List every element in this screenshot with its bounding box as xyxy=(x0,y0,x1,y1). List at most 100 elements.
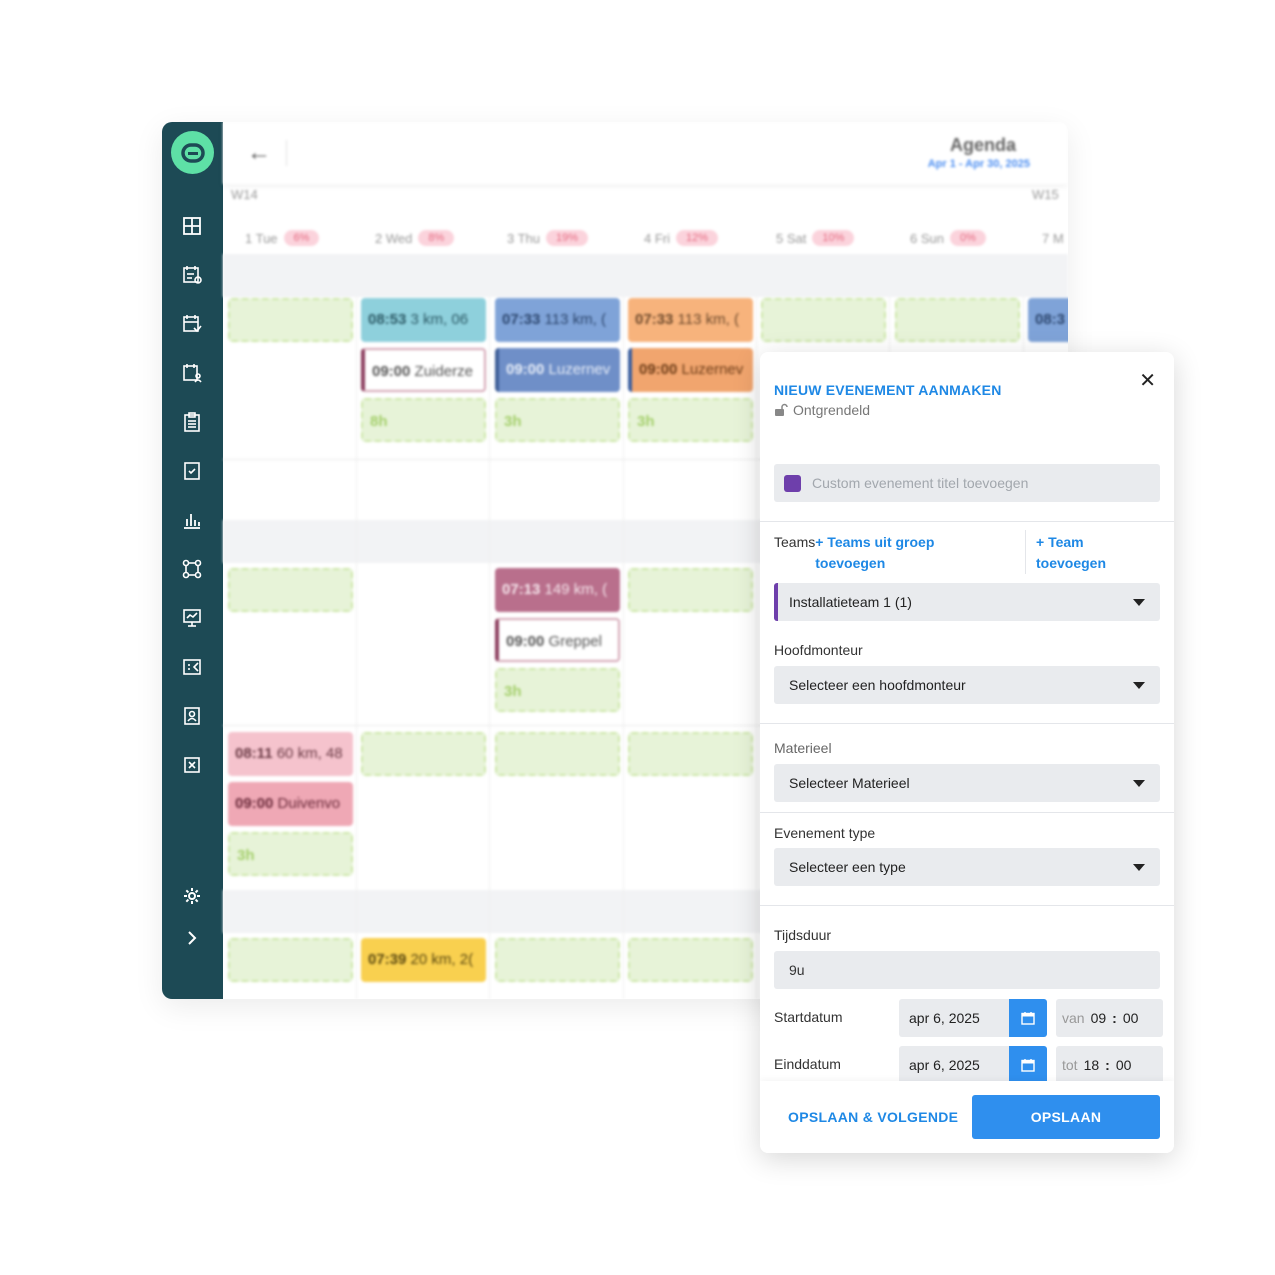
column-divider xyxy=(356,297,357,999)
lock-status[interactable]: Ontgrendeld xyxy=(774,402,870,418)
calendar-event[interactable]: 09:00 Zuiderze xyxy=(361,348,486,392)
lock-status-label: Ontgrendeld xyxy=(793,402,871,418)
start-time-input[interactable]: van 09 : 00 xyxy=(1056,999,1163,1037)
add-team-link-line1: + Team xyxy=(1036,534,1084,550)
modal-footer: OPSLAAN & VOLGENDE OPSLAAN xyxy=(760,1081,1174,1153)
cancel-box-icon[interactable] xyxy=(181,754,203,776)
column-divider xyxy=(489,297,490,999)
teams-label: Teams xyxy=(774,534,816,550)
empty-slot[interactable] xyxy=(628,568,753,612)
calendar-event[interactable]: 08:53 3 km, 06 xyxy=(361,298,486,342)
caret-down-icon xyxy=(1133,681,1145,689)
hours-slot[interactable]: 3h xyxy=(495,398,620,442)
day-load-badge: 6% xyxy=(283,230,320,246)
caret-down-icon xyxy=(1133,598,1145,606)
calendar-event[interactable]: 09:00 Luzernev xyxy=(628,348,753,392)
presentation-icon[interactable] xyxy=(181,607,203,629)
team-select[interactable]: Installatieteam 1 (1) xyxy=(774,583,1160,621)
close-icon[interactable]: ✕ xyxy=(1139,368,1156,393)
empty-slot[interactable] xyxy=(495,938,620,982)
day-header[interactable]: 2 Wed 8% xyxy=(375,228,455,248)
empty-slot[interactable] xyxy=(628,732,753,776)
view-switcher[interactable]: Agenda xyxy=(950,135,1016,156)
save-and-next-button[interactable]: OPSLAAN & VOLGENDE xyxy=(774,1095,972,1139)
calendar-event[interactable]: 08:11 60 km, 48 xyxy=(228,732,353,776)
topbar: ← Agenda ⌄ Apr 1 - Apr 30, 2025 xyxy=(223,122,1068,184)
hours-slot[interactable]: 3h xyxy=(628,398,753,442)
checklist-icon[interactable] xyxy=(181,460,203,482)
board-icon[interactable] xyxy=(181,656,203,678)
day-label: 2 Wed xyxy=(375,230,413,246)
end-minute[interactable]: 00 xyxy=(1116,1057,1132,1073)
empty-slot[interactable] xyxy=(895,298,1020,342)
new-event-modal: NIEUW EVENEMENT AANMAKEN ✕ Ontgrendeld C… xyxy=(760,352,1174,1153)
hours-slot[interactable]: 3h xyxy=(228,832,353,876)
empty-slot[interactable] xyxy=(228,938,353,982)
day-header[interactable]: 1 Tue 6% xyxy=(245,228,320,248)
clipboard-icon[interactable] xyxy=(181,411,203,433)
end-date-picker-button[interactable] xyxy=(1009,1046,1047,1084)
day-header[interactable]: 6 Sun 0% xyxy=(910,228,986,248)
save-button[interactable]: OPSLAAN xyxy=(972,1095,1160,1139)
end-date-input[interactable]: apr 6, 2025 xyxy=(899,1046,1009,1084)
start-hour[interactable]: 09 xyxy=(1091,1010,1107,1026)
back-arrow-icon[interactable]: ← xyxy=(247,140,271,166)
calendar-event[interactable]: 08:3 xyxy=(1028,298,1068,342)
day-label: 1 Tue xyxy=(245,230,278,246)
chart-icon[interactable] xyxy=(181,509,203,531)
caret-down-icon xyxy=(1133,779,1145,787)
event-color-swatch[interactable] xyxy=(784,475,801,492)
hours-slot[interactable]: 8h xyxy=(361,398,486,442)
day-header[interactable]: 3 Thu 19% xyxy=(507,228,589,248)
day-header[interactable]: 7 M xyxy=(1042,228,1064,248)
empty-slot[interactable] xyxy=(361,732,486,776)
calendar-event[interactable]: 09:00 Duivenvo xyxy=(228,782,353,826)
event-title-input[interactable]: Custom evenement titel toevoegen xyxy=(774,464,1160,502)
team-select-value: Installatieteam 1 (1) xyxy=(789,594,912,610)
empty-slot[interactable] xyxy=(495,732,620,776)
empty-slot[interactable] xyxy=(628,938,753,982)
week-label: W15 xyxy=(1032,187,1059,202)
calendar-event[interactable]: 07:13 149 km, ( xyxy=(495,568,620,612)
calendar-event[interactable]: 07:33 113 km, ( xyxy=(495,298,620,342)
empty-slot[interactable] xyxy=(228,298,353,342)
settings-gear-icon[interactable] xyxy=(181,885,203,907)
add-teams-from-group-link[interactable]: + Teams uit groep toevoegen xyxy=(815,532,955,574)
logo-icon xyxy=(180,142,205,163)
logo[interactable] xyxy=(171,131,214,174)
calendar-user-icon[interactable] xyxy=(181,362,203,384)
add-team-link[interactable]: + Team toevoegen xyxy=(1036,532,1106,574)
start-date-input[interactable]: apr 6, 2025 xyxy=(899,999,1009,1037)
add-team-link-line2: toevoegen xyxy=(1036,555,1107,571)
event-type-select[interactable]: Selecteer een type xyxy=(774,848,1160,886)
day-label: 6 Sun xyxy=(910,230,944,246)
day-header[interactable]: 4 Fri 12% xyxy=(644,228,719,248)
calendar-event[interactable]: 09:00 Greppel xyxy=(495,618,620,662)
time-separator: : xyxy=(1105,1057,1110,1073)
contact-card-icon[interactable] xyxy=(181,705,203,727)
start-minute[interactable]: 00 xyxy=(1123,1010,1139,1026)
calendar-event[interactable]: 09:00 Luzernev xyxy=(495,348,620,392)
chevron-down-icon[interactable]: ⌄ xyxy=(1008,138,1018,152)
dashboard-icon[interactable] xyxy=(181,215,203,237)
end-time-input[interactable]: tot 18 : 00 xyxy=(1056,1046,1163,1084)
hoofdmonteur-select[interactable]: Selecteer een hoofdmonteur xyxy=(774,666,1160,704)
calendar-event[interactable]: 07:39 20 km, 2( xyxy=(361,938,486,982)
end-hour[interactable]: 18 xyxy=(1084,1057,1100,1073)
day-load-badge: 19% xyxy=(546,230,589,246)
divider xyxy=(760,905,1174,906)
calendar-list-icon[interactable] xyxy=(181,264,203,286)
calendar-check-icon[interactable] xyxy=(181,313,203,335)
day-header[interactable]: 5 Sat 10% xyxy=(776,228,855,248)
empty-slot[interactable] xyxy=(228,568,353,612)
network-icon[interactable] xyxy=(181,558,203,580)
materieel-select[interactable]: Selecteer Materieel xyxy=(774,764,1160,802)
start-date-picker-button[interactable] xyxy=(1009,999,1047,1037)
caret-down-icon xyxy=(1133,863,1145,871)
empty-slot[interactable] xyxy=(761,298,886,342)
day-load-badge: 10% xyxy=(812,230,855,246)
calendar-event[interactable]: 07:33 113 km, ( xyxy=(628,298,753,342)
expand-chevron-icon[interactable] xyxy=(181,927,203,949)
hours-slot[interactable]: 3h xyxy=(495,668,620,712)
duration-input[interactable]: 9u xyxy=(774,951,1160,989)
